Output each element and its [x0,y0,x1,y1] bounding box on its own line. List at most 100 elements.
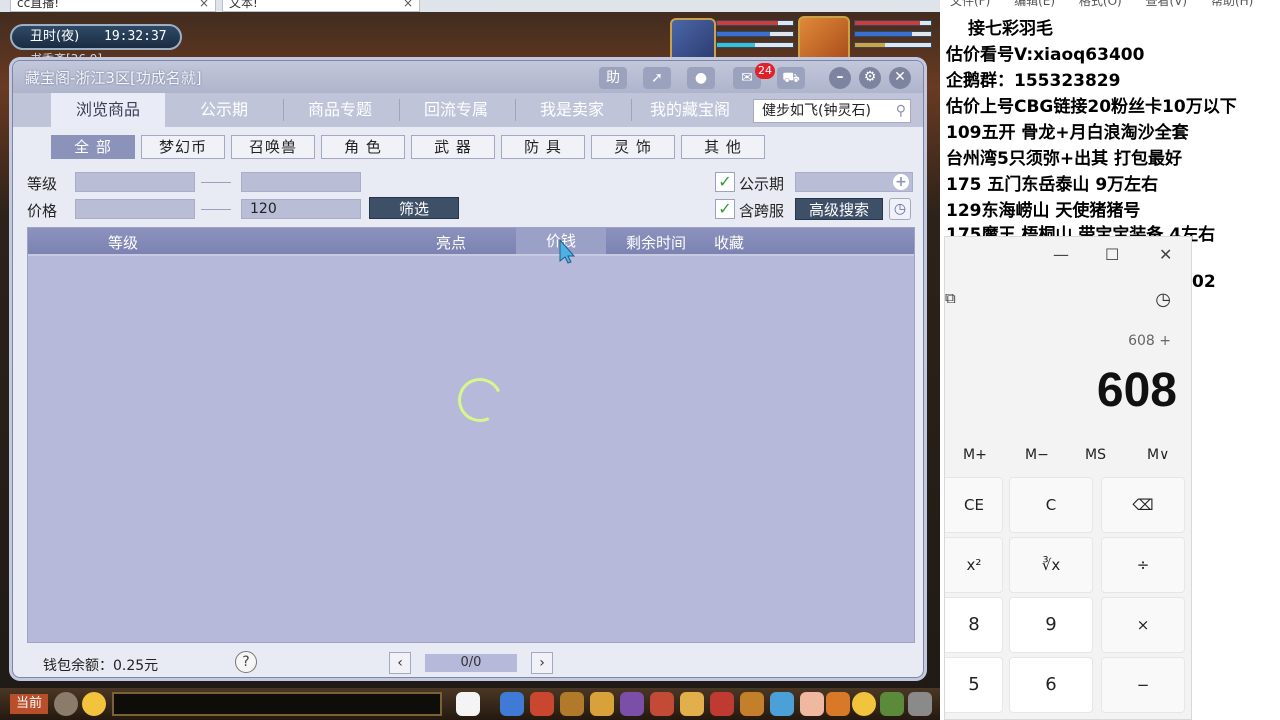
sword-icon[interactable] [500,692,524,716]
price-min-input[interactable] [75,199,195,219]
category-currency[interactable]: 梦幻币 [141,135,225,159]
keep-on-top-icon[interactable]: ⧉ [945,289,956,307]
multiply-button[interactable]: × [1101,597,1185,653]
column-remaining-time[interactable]: 剩余时间 [626,232,686,253]
chat-input[interactable] [112,692,442,716]
bag-icon[interactable] [530,692,554,716]
guild-icon[interactable] [650,692,674,716]
digit-6-button[interactable]: 6 [1009,657,1093,713]
browser-tab-text[interactable]: 文本! × [222,0,420,12]
browser-tab-label: cc直播! [17,0,60,10]
history-clock-icon[interactable]: ◷ [889,198,911,220]
settings-icon[interactable] [908,692,932,716]
smile-icon[interactable] [852,692,876,716]
add-icon[interactable]: + [893,174,909,190]
cross-server-checkbox[interactable]: ✓ [715,199,735,219]
cube-root-button[interactable]: ∛x [1009,537,1093,593]
mouse-cursor-icon [559,238,576,264]
menu-help[interactable]: 帮助(H) [1211,0,1253,8]
shell-icon[interactable] [826,692,850,716]
square-button[interactable]: x² [945,537,1003,593]
column-favorite[interactable]: 收藏 [714,232,744,253]
note-line: 175 五门东岳泰山 9万左右 [946,175,1159,195]
panda-icon[interactable] [456,692,480,716]
pet-portrait[interactable] [670,18,716,64]
search-input[interactable]: 健步如飞(钟灵石) ⚲ [753,99,911,123]
memory-add-button[interactable]: M+ [963,447,987,463]
horn-icon[interactable] [740,692,764,716]
flag-icon[interactable] [770,692,794,716]
divide-button[interactable]: ÷ [1101,537,1185,593]
category-all[interactable]: 全 部 [51,135,135,159]
browser-tab-cc[interactable]: cc直播! × [10,0,216,12]
help-icon[interactable]: ? [235,651,257,673]
advanced-search-button[interactable]: 高级搜索 [795,198,883,220]
digit-9-button[interactable]: 9 [1009,597,1093,653]
share-icon[interactable]: ➚ [643,67,671,89]
note-line: 接七彩羽毛 [968,19,1053,39]
tab-publicity[interactable]: 公示期 [167,93,281,127]
memory-list-button[interactable]: M∨ [1147,447,1169,463]
system-icon[interactable] [880,692,904,716]
player-portrait[interactable] [798,16,850,66]
close-icon[interactable]: × [403,0,413,10]
memory-store-button[interactable]: MS [1085,447,1106,463]
maximize-button[interactable]: ☐ [1105,245,1119,264]
close-button[interactable]: ✕ [889,67,911,89]
tab-topics[interactable]: 商品专题 [283,93,397,127]
loading-spinner-icon [451,371,509,429]
price-max-input[interactable]: 120 [241,199,361,219]
filter-button[interactable]: 筛选 [369,197,459,219]
digit-8-button[interactable]: 8 [945,597,1003,653]
subtract-button[interactable]: − [1101,657,1185,713]
settings-icon[interactable]: ⚙ [859,67,881,89]
column-highlight[interactable]: 亮点 [436,232,466,253]
history-icon[interactable]: ◷ [1155,289,1171,310]
microphone-icon[interactable] [54,692,78,716]
help-button[interactable]: 助 [599,67,627,89]
next-page-button[interactable]: › [531,652,553,674]
close-button[interactable]: ✕ [1159,245,1172,264]
skill-icon[interactable] [560,692,584,716]
cart-icon[interactable]: ⛟ [777,67,805,89]
menu-view[interactable]: 查看(V) [1146,0,1188,8]
calc-expression: 608 + [1128,333,1171,349]
column-level[interactable]: 等级 [108,232,138,253]
close-icon[interactable]: × [199,0,209,10]
tab-seller[interactable]: 我是卖家 [515,93,629,127]
menu-edit[interactable]: 编辑(E) [1014,0,1055,8]
emoji-icon[interactable] [82,692,106,716]
publicity-checkbox[interactable]: ✓ [715,172,735,192]
level-min-input[interactable] [75,172,195,192]
scroll-icon[interactable] [680,692,704,716]
prev-page-button[interactable]: ‹ [389,652,411,674]
quest-icon[interactable] [590,692,614,716]
search-icon[interactable]: ⚲ [896,100,906,122]
record-icon[interactable]: ● [687,67,715,89]
category-role[interactable]: 角 色 [321,135,405,159]
window-titlebar[interactable]: 藏宝阁-浙江3区[功成名就] 助 ➚ ● ✉ 24 ⛟ – ⚙ ✕ [13,61,923,93]
gift-icon[interactable] [710,692,734,716]
clear-button[interactable]: C [1009,477,1093,533]
menu-file[interactable]: 文件(F) [950,0,990,8]
category-summon[interactable]: 召唤兽 [231,135,315,159]
hp-bar [716,20,794,26]
category-accessory[interactable]: 灵 饰 [591,135,675,159]
memory-subtract-button[interactable]: M− [1025,447,1049,463]
peach-icon[interactable] [800,692,824,716]
clear-entry-button[interactable]: CE [945,477,1003,533]
channel-button[interactable]: 当前 [10,694,48,714]
minimize-button[interactable]: – [829,67,851,89]
category-other[interactable]: 其 他 [681,135,765,159]
menu-format[interactable]: 格式(O) [1079,0,1122,8]
category-weapon[interactable]: 武 器 [411,135,495,159]
tab-browse[interactable]: 浏览商品 [51,93,165,127]
minimize-button[interactable]: — [1053,245,1069,264]
backspace-icon[interactable]: ⌫ [1101,477,1185,533]
category-armor[interactable]: 防 具 [501,135,585,159]
tab-returning[interactable]: 回流专属 [399,93,513,127]
level-max-input[interactable] [241,172,361,192]
tab-my-pavilion[interactable]: 我的藏宝阁 [633,93,747,127]
digit-5-button[interactable]: 5 [945,657,1003,713]
team-icon[interactable] [620,692,644,716]
